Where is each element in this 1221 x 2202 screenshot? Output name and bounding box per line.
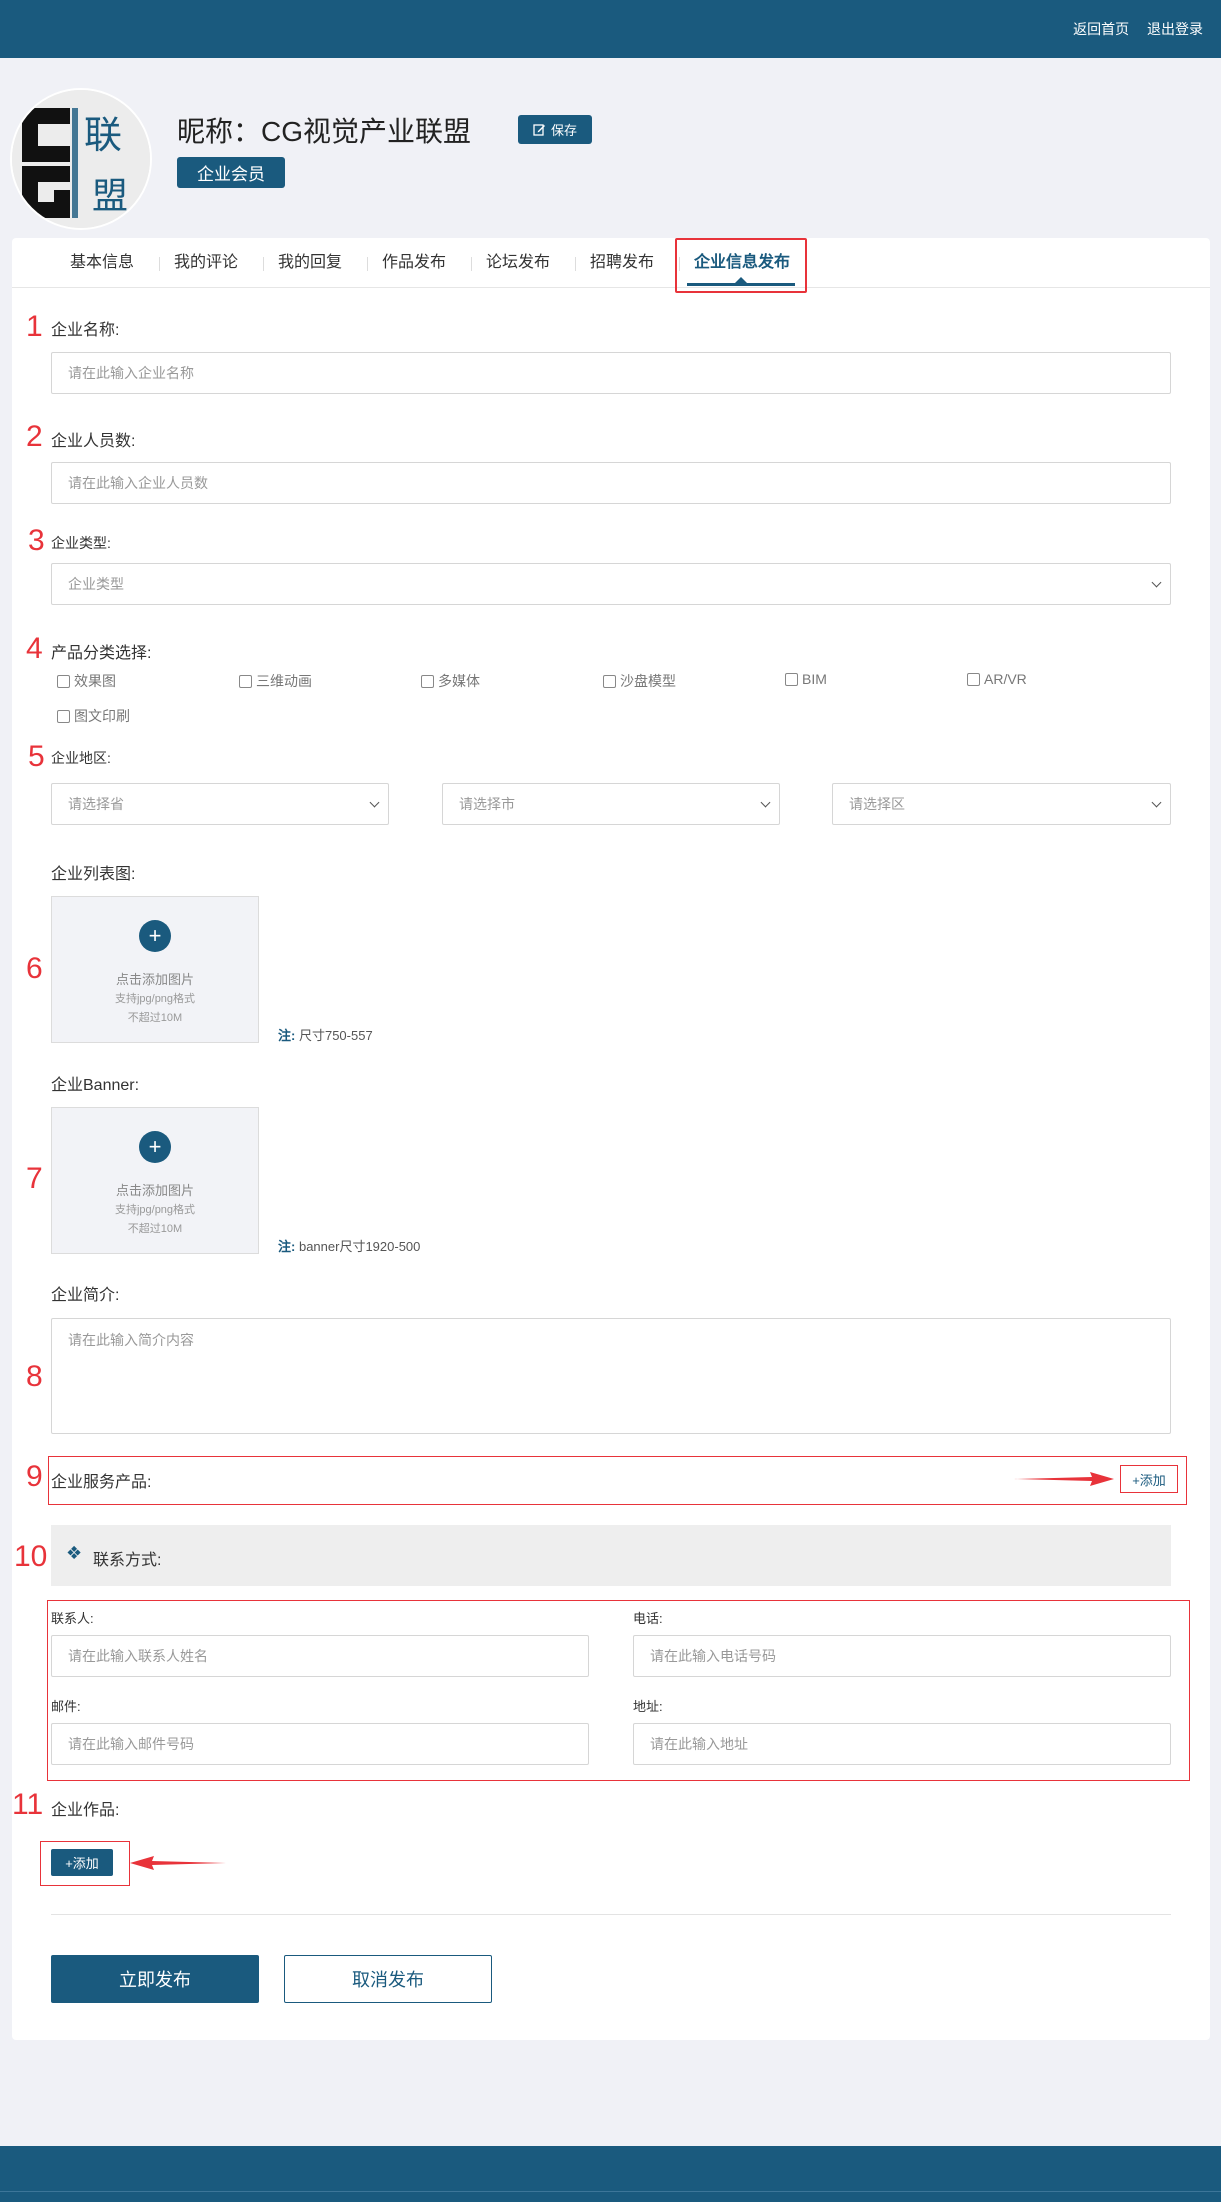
staff-count-input[interactable]: 请在此输入企业人员数: [51, 462, 1171, 504]
footer: [0, 2146, 1221, 2202]
diamond-cluster-icon: ❖: [66, 1543, 83, 1563]
city-select[interactable]: 请选择市: [442, 783, 780, 825]
form-card: 基本信息 我的评论 我的回复 作品发布 论坛发布 招聘发布 企业信息发布 1 企…: [12, 238, 1210, 2040]
tab-bar: 基本信息 我的评论 我的回复 作品发布 论坛发布 招聘发布 企业信息发布: [12, 238, 1210, 293]
tab-recruit-publish[interactable]: 招聘发布: [590, 238, 654, 288]
email-input[interactable]: 请在此输入邮件号码: [51, 1723, 589, 1765]
svg-text:盟: 盟: [92, 176, 128, 217]
annotation-number: 9: [26, 1460, 43, 1493]
contact-person-input[interactable]: 请在此输入联系人姓名: [51, 1635, 589, 1677]
cancel-publish-button[interactable]: 取消发布: [284, 1955, 492, 2003]
annotation-number: 6: [26, 952, 43, 985]
services-label: 企业服务产品:: [51, 1474, 152, 1491]
works-label: 企业作品:: [51, 1802, 120, 1819]
address-label: 地址:: [633, 1699, 663, 1714]
company-name-input[interactable]: 请在此输入企业名称: [51, 352, 1171, 394]
logout-link[interactable]: 退出登录: [1147, 21, 1203, 37]
tab-basic-info[interactable]: 基本信息: [70, 238, 134, 288]
red-arrow-icon: [1014, 1472, 1114, 1486]
product-category-label: 产品分类选择:: [51, 645, 152, 662]
annotation-number: 8: [26, 1360, 43, 1393]
save-label: 保存: [550, 123, 577, 138]
checkbox-icon: [239, 674, 252, 688]
annotation-number: 11: [12, 1788, 44, 1821]
annotation-number: 10: [14, 1540, 48, 1573]
home-link[interactable]: 返回首页: [1073, 21, 1129, 37]
avatar: 联 盟: [10, 88, 152, 230]
checkbox-icon: [785, 672, 798, 686]
category-checkbox[interactable]: AR/VR: [967, 671, 1027, 687]
company-type-label: 企业类型:: [51, 535, 111, 551]
add-works-button[interactable]: +添加: [51, 1849, 113, 1876]
annotation-number: 5: [28, 740, 45, 773]
category-checkbox[interactable]: 沙盘模型: [603, 671, 676, 691]
annotation-number: 3: [28, 524, 45, 557]
annotation-number: 2: [26, 420, 43, 453]
company-type-select[interactable]: 企业类型: [51, 563, 1171, 605]
checkbox-icon: [603, 674, 616, 688]
highlight-box-active-tab: [675, 238, 807, 293]
company-name-label: 企业名称:: [51, 322, 120, 339]
checkbox-icon: [57, 674, 70, 688]
annotation-number: 4: [26, 632, 43, 665]
edit-icon: [533, 124, 545, 136]
red-arrow-icon: [130, 1856, 226, 1870]
member-badge: 企业会员: [177, 157, 285, 188]
plus-icon: +: [139, 920, 171, 952]
checkbox-icon: [421, 674, 434, 688]
list-image-upload[interactable]: + 点击添加图片 支持jpg/png格式 不超过10M: [51, 896, 259, 1043]
company-logo: 联 盟: [12, 90, 150, 228]
footer-divider: [0, 2191, 1221, 2192]
tab-works-publish[interactable]: 作品发布: [382, 238, 446, 288]
tab-my-replies[interactable]: 我的回复: [278, 238, 342, 288]
category-checkbox[interactable]: 效果图: [57, 671, 116, 691]
save-button[interactable]: 保存: [518, 115, 592, 144]
tab-my-comments[interactable]: 我的评论: [174, 238, 238, 288]
province-select[interactable]: 请选择省: [51, 783, 389, 825]
category-checkbox[interactable]: BIM: [785, 671, 827, 687]
region-label: 企业地区:: [51, 750, 111, 766]
annotation-number: 1: [26, 310, 43, 343]
plus-icon: +: [139, 1131, 171, 1163]
publish-button[interactable]: 立即发布: [51, 1955, 259, 2003]
intro-label: 企业简介:: [51, 1287, 120, 1304]
top-navbar: 返回首页 退出登录: [0, 0, 1221, 58]
banner-upload[interactable]: + 点击添加图片 支持jpg/png格式 不超过10M: [51, 1107, 259, 1254]
category-checkbox[interactable]: 三维动画: [239, 671, 312, 691]
district-select[interactable]: 请选择区: [832, 783, 1171, 825]
checkbox-icon: [57, 709, 70, 723]
banner-label: 企业Banner:: [51, 1077, 140, 1094]
tab-forum-publish[interactable]: 论坛发布: [486, 238, 550, 288]
checkbox-icon: [967, 672, 980, 686]
address-input[interactable]: 请在此输入地址: [633, 1723, 1171, 1765]
phone-input[interactable]: 请在此输入电话号码: [633, 1635, 1171, 1677]
banner-note: 注: banner尺寸1920-500: [278, 1239, 421, 1254]
annotation-number: 7: [26, 1162, 43, 1195]
svg-text:联: 联: [84, 113, 122, 157]
category-checkbox[interactable]: 多媒体: [421, 671, 480, 691]
intro-textarea[interactable]: 请在此输入简介内容: [51, 1318, 1171, 1434]
add-service-button[interactable]: +添加: [1120, 1465, 1178, 1493]
staff-count-label: 企业人员数:: [51, 433, 136, 450]
list-image-note: 注: 尺寸750-557: [278, 1028, 373, 1043]
list-image-label: 企业列表图:: [51, 866, 136, 883]
contact-person-label: 联系人:: [51, 1611, 94, 1626]
nickname: 昵称：CG视觉产业联盟: [177, 116, 472, 147]
divider: [51, 1914, 1171, 1915]
top-links: 返回首页 退出登录: [1059, 19, 1203, 39]
phone-label: 电话:: [633, 1611, 663, 1626]
email-label: 邮件:: [51, 1699, 81, 1714]
category-checkbox[interactable]: 图文印刷: [57, 706, 130, 726]
contact-section-header: ❖ 联系方式:: [51, 1525, 1171, 1586]
